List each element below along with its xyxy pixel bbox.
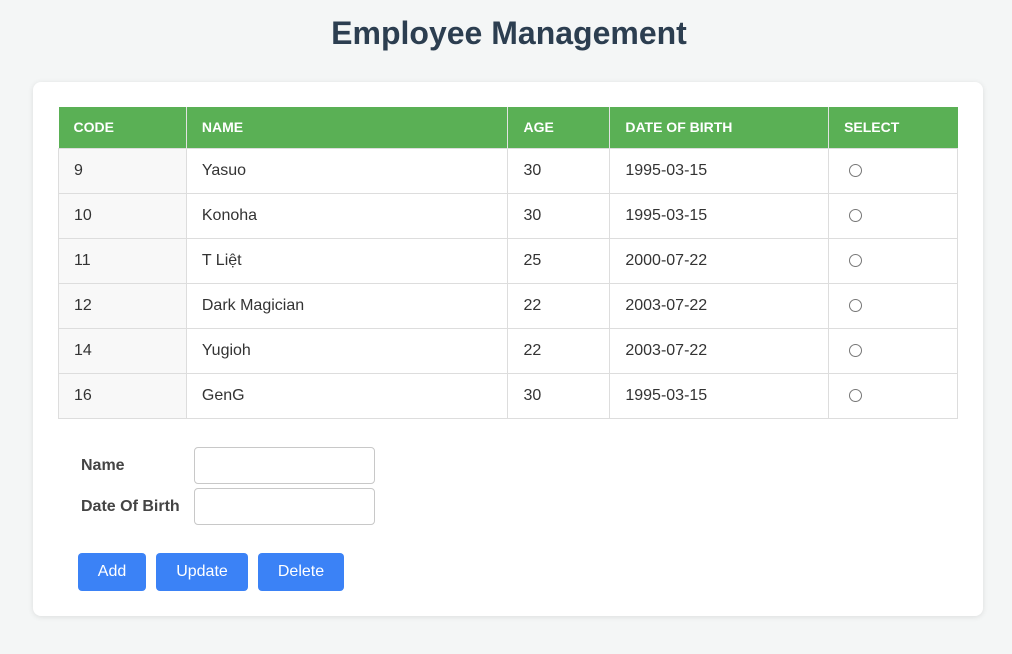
- cell-name: Konoha: [185, 192, 509, 239]
- cell-select: [828, 372, 958, 419]
- table-row[interactable]: 11 T Liệt 25 2000-07-22: [58, 237, 958, 284]
- cell-code: 11: [58, 237, 187, 284]
- cell-name: Yasuo: [185, 147, 509, 194]
- column-header-age: AGE: [507, 107, 611, 148]
- cell-name: T Liệt: [185, 237, 509, 284]
- name-input[interactable]: [194, 447, 375, 484]
- cell-age: 30: [507, 372, 611, 419]
- add-button[interactable]: Add: [78, 553, 146, 591]
- employee-card: CODE NAME AGE DATE OF BIRTH SELECT 9 Yas…: [33, 82, 983, 616]
- row-select-radio[interactable]: [849, 343, 863, 357]
- name-label: Name: [81, 456, 125, 474]
- table-row[interactable]: 10 Konoha 30 1995-03-15: [58, 192, 958, 239]
- cell-select: [828, 282, 958, 329]
- cell-name: Dark Magician: [185, 282, 509, 329]
- column-header-select: SELECT: [828, 107, 958, 148]
- name-form-row: Name: [81, 447, 375, 484]
- date-of-birth-input[interactable]: [194, 488, 375, 525]
- cell-select: [828, 147, 958, 194]
- row-select-radio[interactable]: [849, 298, 863, 312]
- row-select-radio[interactable]: [849, 208, 863, 222]
- cell-name: GenG: [185, 372, 509, 419]
- page-title: Employee Management: [331, 15, 687, 51]
- table-row[interactable]: 12 Dark Magician 22 2003-07-22: [58, 282, 958, 329]
- cell-code: 9: [58, 147, 187, 194]
- cell-date-of-birth: 1995-03-15: [609, 147, 830, 194]
- delete-button[interactable]: Delete: [258, 553, 344, 591]
- table-row[interactable]: 14 Yugioh 22 2003-07-22: [58, 327, 958, 374]
- cell-age: 30: [507, 192, 611, 239]
- cell-code: 10: [58, 192, 187, 239]
- cell-date-of-birth: 2003-07-22: [609, 327, 830, 374]
- table-row[interactable]: 9 Yasuo 30 1995-03-15: [58, 147, 958, 194]
- row-select-radio[interactable]: [849, 253, 863, 267]
- cell-date-of-birth: 1995-03-15: [609, 372, 830, 419]
- column-header-name: NAME: [186, 107, 509, 148]
- cell-date-of-birth: 1995-03-15: [609, 192, 830, 239]
- cell-age: 25: [507, 237, 611, 284]
- cell-select: [828, 192, 958, 239]
- update-button[interactable]: Update: [156, 553, 248, 591]
- column-header-code: CODE: [58, 107, 187, 148]
- column-header-date-of-birth: DATE OF BIRTH: [609, 107, 830, 148]
- cell-select: [828, 327, 958, 374]
- row-select-radio[interactable]: [849, 163, 863, 177]
- employee-table: CODE NAME AGE DATE OF BIRTH SELECT 9 Yas…: [58, 107, 958, 419]
- cell-age: 22: [507, 282, 611, 329]
- cell-select: [828, 237, 958, 284]
- cell-code: 12: [58, 282, 187, 329]
- cell-code: 16: [58, 372, 187, 419]
- date-of-birth-label: Date Of Birth: [81, 497, 180, 515]
- cell-date-of-birth: 2003-07-22: [609, 282, 830, 329]
- table-header-row: CODE NAME AGE DATE OF BIRTH SELECT: [58, 107, 958, 148]
- row-select-radio[interactable]: [849, 388, 863, 402]
- cell-age: 22: [507, 327, 611, 374]
- cell-date-of-birth: 2000-07-22: [609, 237, 830, 284]
- dob-form-row: Date Of Birth: [81, 488, 375, 525]
- table-row[interactable]: 16 GenG 30 1995-03-15: [58, 372, 958, 419]
- cell-name: Yugioh: [185, 327, 509, 374]
- cell-code: 14: [58, 327, 187, 374]
- cell-age: 30: [507, 147, 611, 194]
